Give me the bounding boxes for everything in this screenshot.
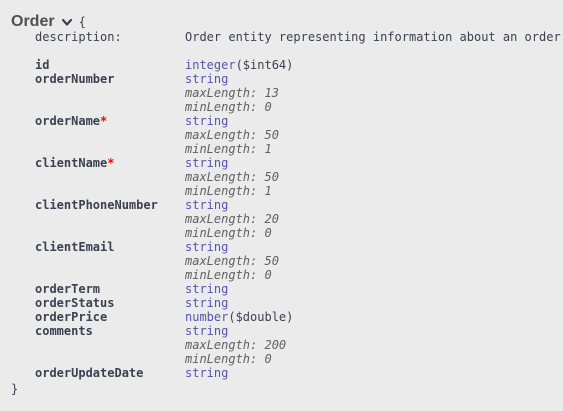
property-constraint: maxLength: 200 — [185, 338, 287, 352]
property-type: string — [185, 114, 228, 128]
brace-close: } — [11, 382, 19, 396]
property-name: id — [35, 58, 49, 72]
type-name: number — [185, 310, 229, 324]
property-name-text: orderPrice — [35, 310, 108, 324]
property-constraint: minLength: 1 — [185, 184, 272, 198]
property-constraint: maxLength: 50 — [185, 128, 279, 142]
property-type: string — [185, 296, 228, 310]
type-name: string — [185, 366, 229, 380]
property-name: orderStatus — [35, 296, 114, 310]
property-type: integer($int64) — [185, 58, 293, 72]
description-label: description: — [35, 30, 122, 44]
required-marker: * — [107, 156, 115, 170]
property-name-text: clientPhoneNumber — [35, 198, 158, 212]
type-name: string — [185, 324, 229, 338]
type-format: ($double) — [228, 310, 294, 324]
property-type: string — [185, 72, 228, 86]
property-name-text: id — [35, 58, 50, 72]
property-type: string — [185, 282, 228, 296]
property-constraint: minLength: 0 — [185, 226, 272, 240]
property-type: number($double) — [185, 310, 293, 324]
property-name: orderTerm — [35, 282, 100, 296]
brace-open: { — [78, 15, 86, 29]
property-constraint: maxLength: 13 — [185, 86, 279, 100]
type-name: string — [185, 198, 229, 212]
type-format: ($int64) — [235, 58, 294, 72]
property-name-text: clientEmail — [35, 240, 115, 254]
property-name: orderPrice — [35, 310, 107, 324]
property-name-text: orderName — [35, 114, 101, 128]
property-constraint: minLength: 0 — [185, 100, 272, 114]
property-constraint: minLength: 0 — [185, 268, 272, 282]
property-type: string — [185, 198, 228, 212]
property-constraint: minLength: 0 — [185, 352, 272, 366]
property-constraint: maxLength: 50 — [185, 170, 279, 184]
type-name: string — [185, 72, 229, 86]
order-model: Order { description: Order entity represe… — [0, 0, 563, 411]
property-name: orderUpdateDate — [35, 366, 143, 380]
property-name: orderName* — [35, 114, 107, 128]
required-marker: * — [100, 114, 108, 128]
chevron-down-icon[interactable] — [61, 16, 73, 28]
property-name-text: orderTerm — [35, 282, 101, 296]
type-name: string — [185, 296, 229, 310]
property-name-text: comments — [35, 324, 93, 338]
property-name: clientPhoneNumber — [35, 198, 158, 212]
property-constraint: minLength: 1 — [185, 142, 272, 156]
property-name: comments — [35, 324, 93, 338]
type-name: string — [185, 240, 229, 254]
property-name: clientName* — [35, 156, 114, 170]
property-type: string — [185, 240, 228, 254]
property-name: orderNumber — [35, 72, 114, 86]
property-constraint: maxLength: 20 — [185, 212, 279, 226]
property-name-text: orderStatus — [35, 296, 115, 310]
property-type: string — [185, 324, 228, 338]
property-type: string — [185, 156, 228, 170]
property-type: string — [185, 366, 228, 380]
type-name: string — [185, 156, 229, 170]
property-name-text: clientName — [35, 156, 108, 170]
description-value: Order entity representing information ab… — [185, 30, 561, 44]
type-name: string — [185, 282, 229, 296]
model-title[interactable]: Order — [11, 13, 55, 31]
property-constraint: maxLength: 50 — [185, 254, 279, 268]
type-name: integer — [185, 58, 236, 72]
type-name: string — [185, 114, 229, 128]
property-name-text: orderUpdateDate — [35, 366, 144, 380]
property-name: clientEmail — [35, 240, 114, 254]
property-name-text: orderNumber — [35, 72, 115, 86]
